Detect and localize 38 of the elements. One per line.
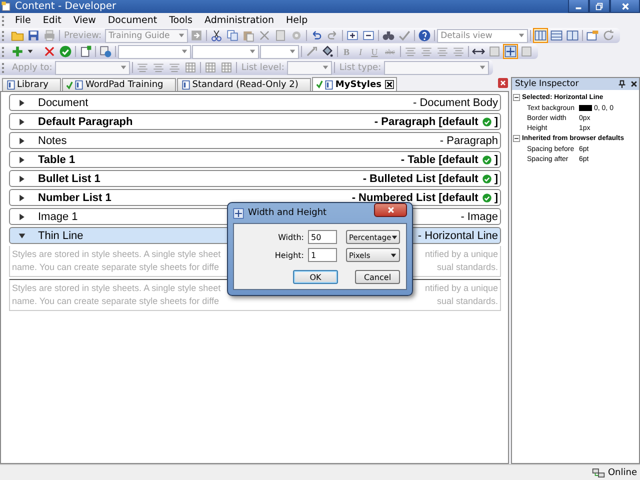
- preview-label: Preview:: [63, 30, 103, 40]
- style-name: Table 1: [38, 154, 76, 166]
- description-text: name. You can create separate style sheets for diffe: [12, 261, 219, 274]
- field-label: Height:: [274, 250, 305, 260]
- description-text: ntified by a unique: [424, 282, 498, 295]
- style-name: Image 1: [38, 210, 78, 222]
- description-text: ntified by a unique: [424, 248, 498, 261]
- list-level-label: List level:: [240, 62, 286, 72]
- description-text: name. You can create separate style sheets for diffe: [12, 295, 219, 308]
- description-text: sual standards.: [436, 295, 498, 308]
- window-title: Content - Developer: [15, 1, 116, 12]
- bracket-text: ]: [494, 116, 499, 128]
- status-text: Online: [608, 468, 637, 478]
- bracket-text: ]: [494, 154, 499, 166]
- list-type-label: List type:: [338, 62, 382, 72]
- description-text: Styles are stored in style sheets. A single style sheet: [12, 282, 221, 295]
- apply-to-label: Apply to:: [11, 62, 54, 72]
- style-type: - Numbered List [default: [352, 192, 480, 204]
- description-text: Styles are stored in style sheets. A single style sheet: [12, 248, 221, 261]
- style-type: - Image: [460, 210, 499, 222]
- bracket-text: ]: [494, 172, 499, 184]
- field-label: Width:: [277, 232, 305, 242]
- style-type: - Horizontal Line: [418, 230, 499, 242]
- style-type: - Bulleted List [default: [362, 172, 480, 184]
- dialog-title: Width and Height: [248, 208, 327, 218]
- style-name: Notes: [38, 134, 67, 146]
- style-type: - Paragraph [default: [374, 116, 480, 128]
- description-text: sual standards.: [436, 261, 498, 274]
- style-name: Number List 1: [38, 192, 112, 204]
- bracket-text: ]: [494, 192, 499, 204]
- style-type: - Document Body: [413, 96, 499, 108]
- style-name: Default Paragraph: [38, 116, 133, 128]
- style-type: - Paragraph: [440, 134, 499, 146]
- style-type: - Table [default: [400, 154, 480, 166]
- style-name: Document: [38, 96, 88, 108]
- style-name: Thin Line: [38, 230, 84, 242]
- style-name: Bullet List 1: [38, 172, 100, 184]
- panel-title: Style Inspector: [515, 79, 580, 89]
